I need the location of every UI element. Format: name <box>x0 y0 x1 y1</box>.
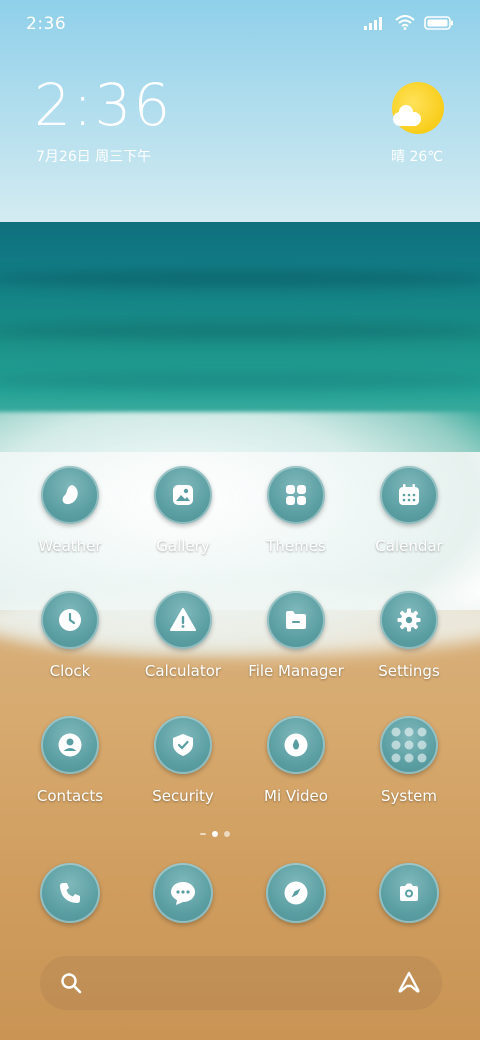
weather-drop-icon <box>41 466 99 524</box>
app-gallery[interactable]: Gallery <box>128 466 238 555</box>
assistant-icon[interactable] <box>396 970 422 994</box>
signal-icon <box>364 16 382 30</box>
app-label: Calculator <box>144 662 222 680</box>
app-label: Mi Video <box>264 787 328 805</box>
calendar-icon <box>380 466 438 524</box>
app-calculator[interactable]: Calculator <box>128 591 238 680</box>
weather-widget-text: 晴 26℃ <box>391 149 443 165</box>
person-icon <box>41 716 99 774</box>
app-system-folder[interactable]: System <box>354 716 464 805</box>
app-label: File Manager <box>248 662 344 680</box>
shield-icon <box>154 716 212 774</box>
page-dot-active[interactable] <box>212 831 218 837</box>
status-time: 2:36 <box>26 14 67 34</box>
status-bar: 2:36 <box>0 0 480 50</box>
message-icon <box>153 863 213 923</box>
search-icon[interactable] <box>60 972 82 994</box>
dock-phone[interactable] <box>40 863 100 923</box>
home-screen: 2:36 2:36 7月26日 周三下午 晴 26℃ Weather Galle… <box>0 0 480 1040</box>
warning-triangle-icon <box>154 591 212 649</box>
app-contacts[interactable]: Contacts <box>15 716 125 805</box>
phone-icon <box>40 863 100 923</box>
dock-browser[interactable] <box>266 863 326 923</box>
app-file-manager[interactable]: File Manager <box>241 591 351 680</box>
dock-camera[interactable] <box>379 863 439 923</box>
app-clock[interactable]: Clock <box>15 591 125 680</box>
folder-icon <box>267 591 325 649</box>
clock-widget-date: 7月26日 周三下午 <box>36 149 152 165</box>
app-label: Security <box>152 787 214 805</box>
wifi-icon <box>395 15 415 30</box>
app-label: Weather <box>38 537 102 555</box>
app-weather[interactable]: Weather <box>15 466 125 555</box>
folder-grid-icon <box>380 716 438 774</box>
camera-icon <box>379 863 439 923</box>
app-label: Contacts <box>36 787 104 805</box>
gear-icon <box>380 591 438 649</box>
themes-grid-icon <box>267 466 325 524</box>
compass-icon <box>266 863 326 923</box>
app-label: Settings <box>378 662 440 680</box>
app-mi-video[interactable]: Mi Video <box>241 716 351 805</box>
page-dot[interactable] <box>224 831 230 837</box>
app-security[interactable]: Security <box>128 716 238 805</box>
page-indicator <box>200 831 230 837</box>
battery-icon <box>424 15 453 30</box>
app-calendar[interactable]: Calendar <box>354 466 464 555</box>
app-themes[interactable]: Themes <box>241 466 351 555</box>
app-settings[interactable]: Settings <box>354 591 464 680</box>
app-label: System <box>381 787 437 805</box>
gallery-icon <box>154 466 212 524</box>
app-label: Gallery <box>156 537 210 555</box>
clock-widget-time[interactable]: 2:36 <box>34 76 172 134</box>
cloud-icon <box>393 105 421 126</box>
dock-messages[interactable] <box>153 863 213 923</box>
clock-icon <box>41 591 99 649</box>
video-icon <box>267 716 325 774</box>
app-label: Clock <box>49 662 91 680</box>
page-indicator-menu <box>200 833 206 835</box>
search-bar[interactable] <box>40 956 442 1010</box>
app-label: Calendar <box>375 537 443 555</box>
app-label: Themes <box>266 537 326 555</box>
